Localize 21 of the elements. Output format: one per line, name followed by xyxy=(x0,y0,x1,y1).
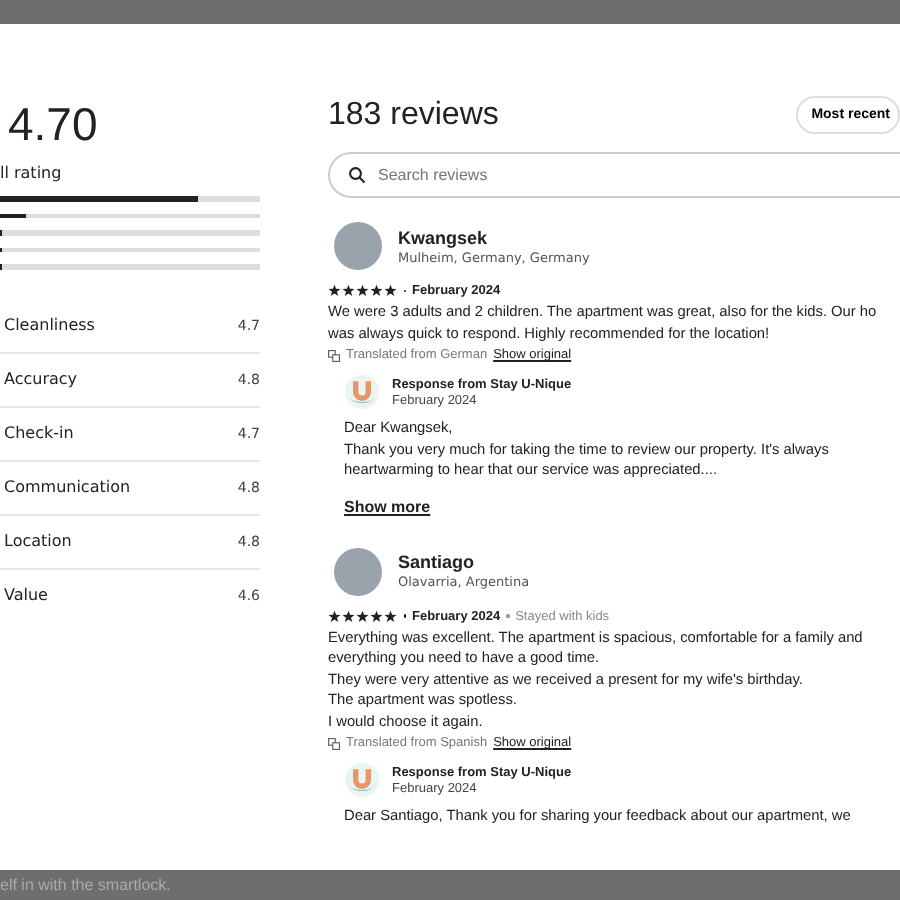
category-name: Cleanliness xyxy=(4,316,95,334)
photo-placeholder xyxy=(334,222,382,270)
search-icon xyxy=(348,166,366,184)
overall-rating-label: ll rating xyxy=(0,164,64,182)
category-name: Check-in xyxy=(4,424,74,442)
reviewer-name: Santiago xyxy=(398,552,477,572)
reviewer-name: Kwangsek xyxy=(398,227,490,247)
translate-icon xyxy=(328,349,340,361)
photo-placeholder xyxy=(334,547,382,595)
category-name: Value xyxy=(4,586,48,604)
category-name: Accuracy xyxy=(4,370,78,388)
reviews-count-title: 183 reviews xyxy=(328,97,499,133)
translate-icon xyxy=(328,737,340,749)
host-logo-icon xyxy=(344,374,380,410)
host-logo-icon xyxy=(344,762,380,798)
category-name: Location xyxy=(4,532,72,550)
show-more-link[interactable]: Show more xyxy=(344,497,431,515)
background-text: elf in with the smartlock. xyxy=(0,876,171,894)
search-field[interactable]: Search reviews xyxy=(328,152,900,198)
category-name: Communication xyxy=(4,478,131,496)
overall-score: 4.70 xyxy=(6,96,100,152)
